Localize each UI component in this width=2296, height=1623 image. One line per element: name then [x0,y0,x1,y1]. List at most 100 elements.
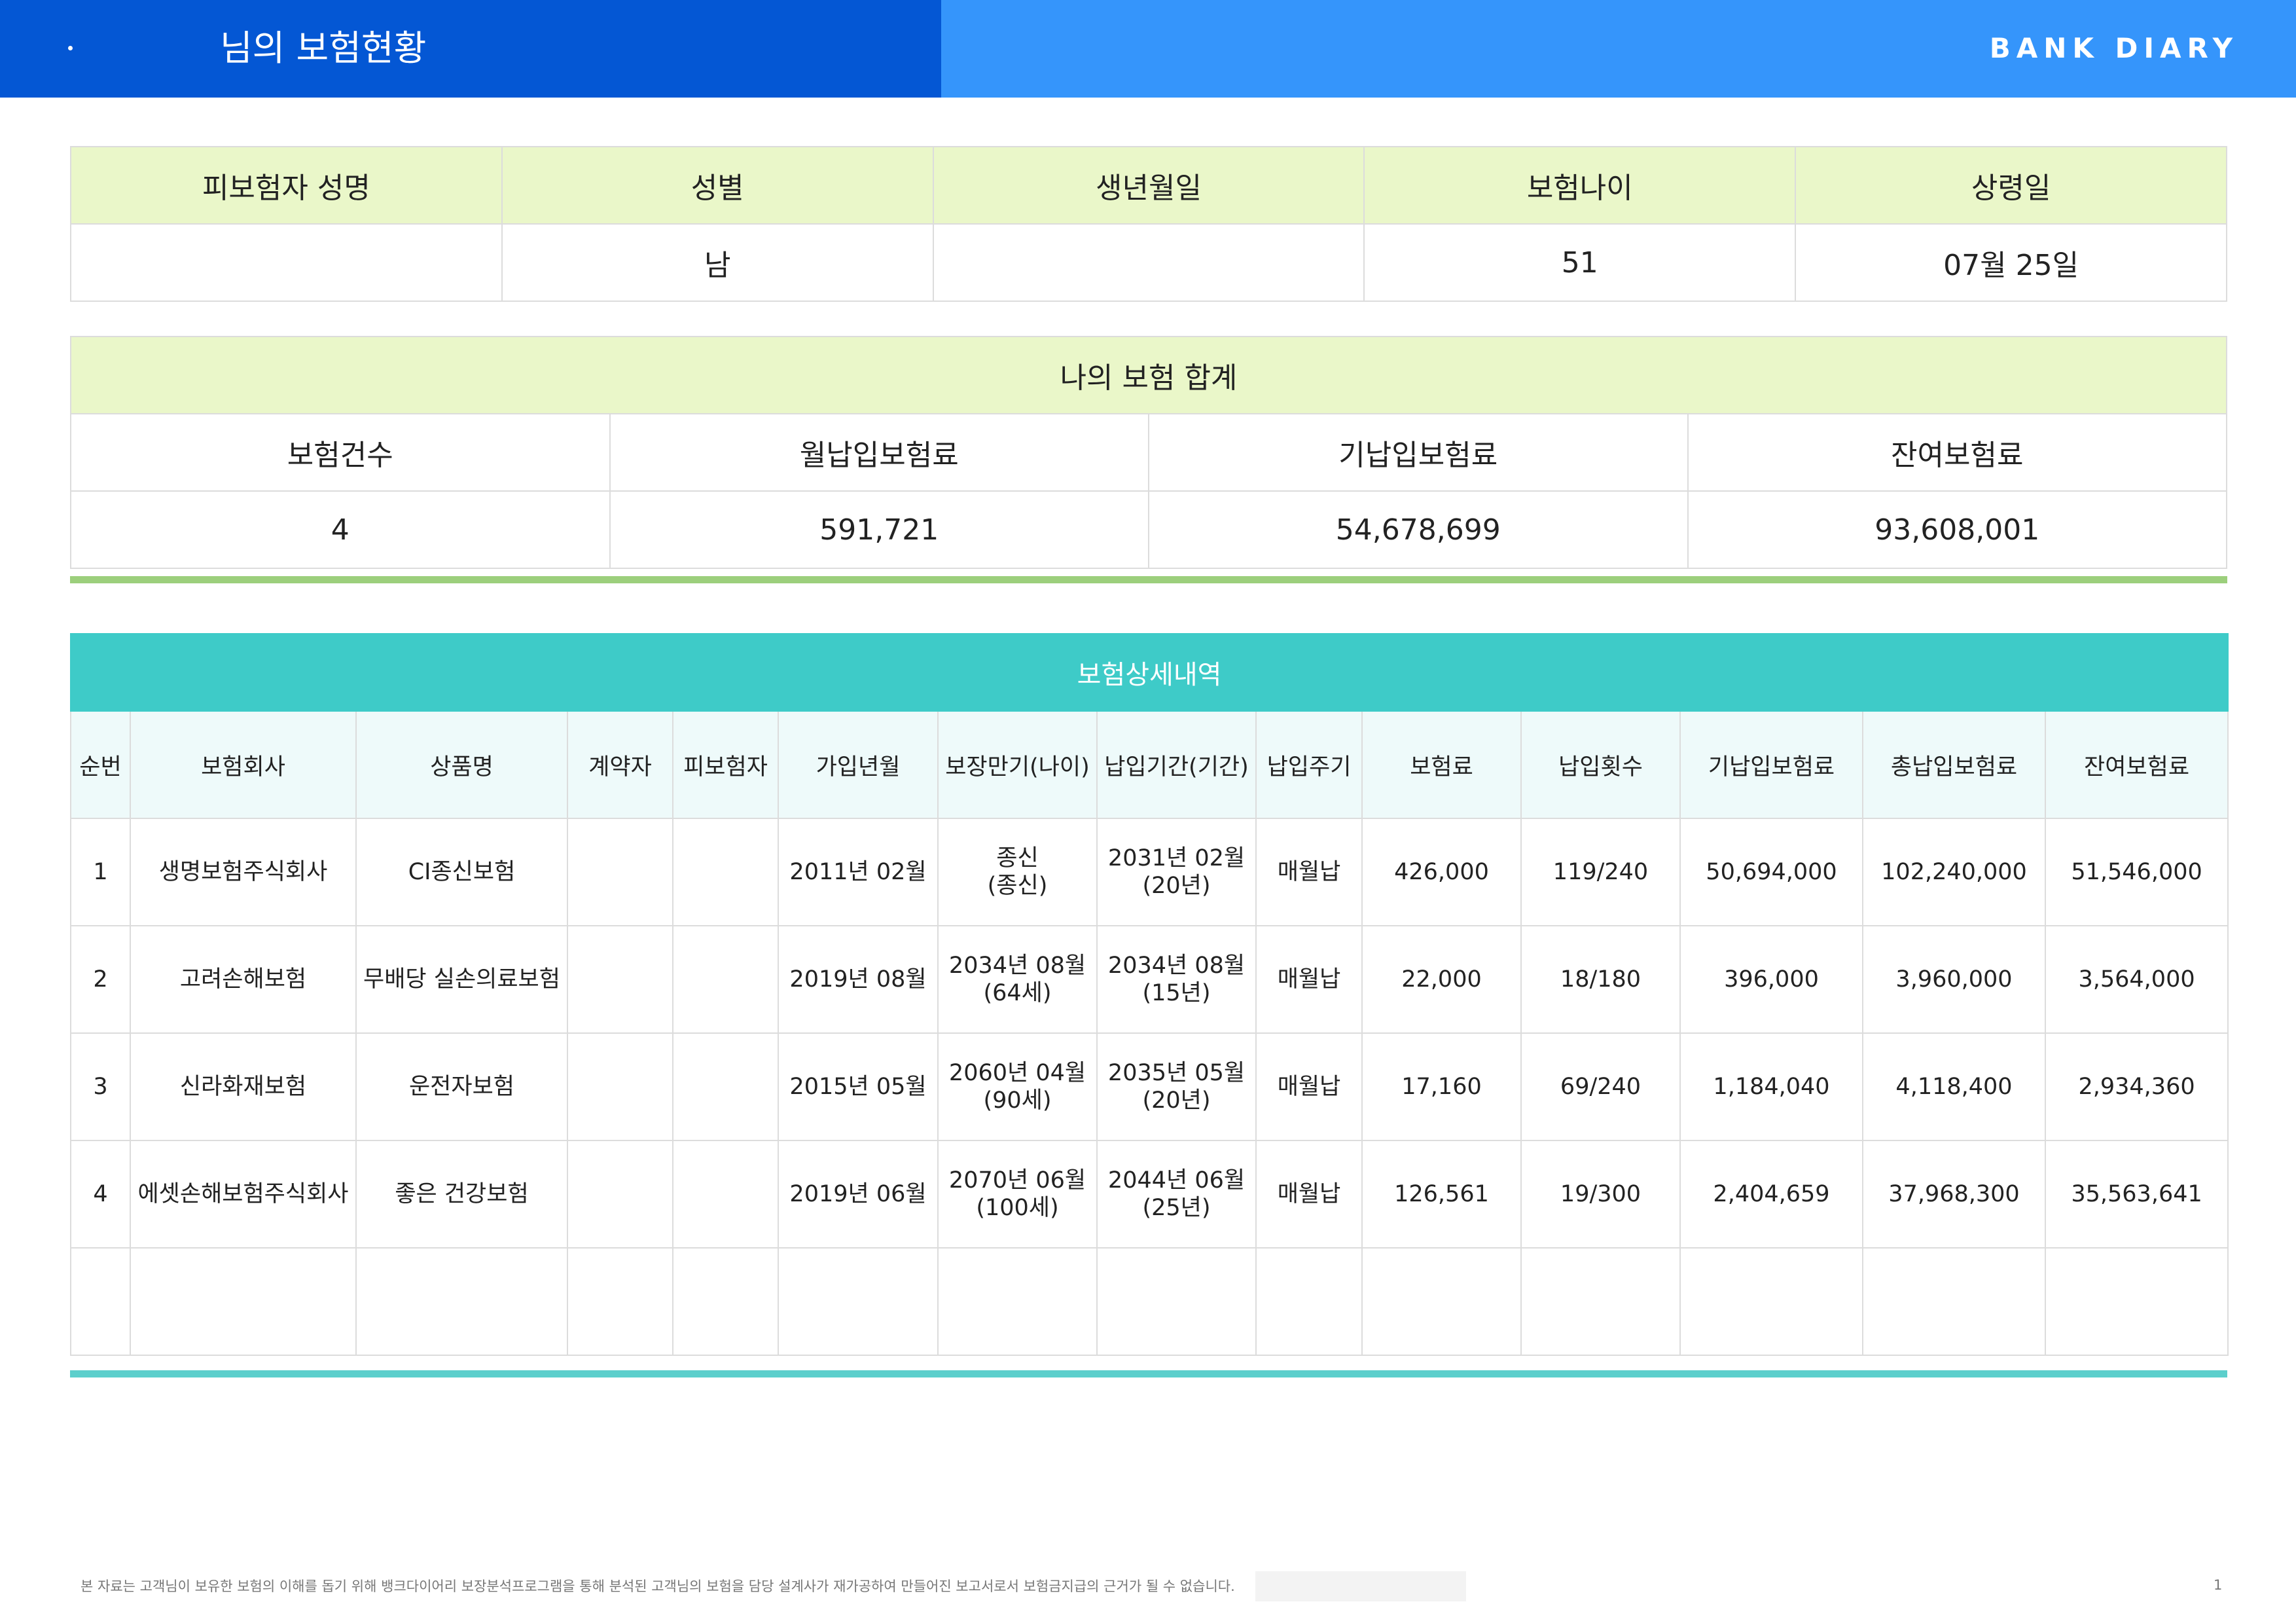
row-no: 3 [70,1032,131,1141]
col-total-header: 총납입보험료 [1862,710,2046,819]
row-contractor [567,925,673,1034]
row-contractor [567,818,673,926]
row-remaining: 51,546,000 [2044,818,2229,926]
birthdate-value [932,223,1365,302]
insured-info-value-row: 남 51 07월 25일 [70,223,2227,302]
row-count: 119/240 [1520,818,1681,926]
row-paid: 1,184,040 [1679,1032,1863,1141]
empty-cell [2044,1247,2229,1356]
gender-header: 성별 [501,146,934,225]
col-join-date-header: 가입년월 [778,710,939,819]
row-no: 1 [70,818,131,926]
summary-value-row: 4 591,721 54,678,699 93,608,001 [70,490,2227,569]
monthly-premium-header: 월납입보험료 [609,413,1149,492]
row-maturity: 2070년 06월 (100세) [937,1140,1098,1249]
row-insured [672,1032,779,1141]
disclaimer-note: 본 자료는 고객님이 보유한 보험의 이해를 돕기 위해 뱅크다이어리 보장분석… [81,1578,1235,1594]
col-product-header: 상품명 [355,710,568,819]
col-paid-header: 기납입보험료 [1679,710,1863,819]
detail-title: 보험상세내역 [69,633,2229,712]
empty-cell [70,1247,131,1356]
empty-cell [1862,1247,2046,1356]
insured-name-value [70,223,503,302]
col-insured-header: 피보험자 [672,710,779,819]
birthdate-header: 생년월일 [932,146,1365,225]
row-premium: 22,000 [1361,925,1522,1034]
row-product: 운전자보험 [355,1032,568,1141]
row-join-date: 2015년 05월 [778,1032,939,1141]
monthly-premium-value: 591,721 [609,490,1149,569]
policy-count-header: 보험건수 [70,413,611,492]
col-contractor-header: 계약자 [567,710,673,819]
summary-divider [70,576,2227,583]
col-company-header: 보험회사 [130,710,357,819]
row-contractor [567,1140,673,1249]
header-left-band: 님의 보험현황 [0,0,941,98]
insurance-age-value: 51 [1363,223,1797,302]
row-cycle: 매월납 [1255,925,1363,1034]
row-total: 102,240,000 [1862,818,2046,926]
col-remaining-header: 잔여보험료 [2044,710,2229,819]
summary-title-row: 나의 보험 합계 [70,336,2227,414]
paid-premium-value: 54,678,699 [1148,490,1689,569]
insurance-detail-table: 보험상세내역 순번 보험회사 상품명 계약자 피보험자 가입년월 보장만기(나이… [69,633,2229,1356]
table-row: 3 신라화재보험 운전자보험 2015년 05월 2060년 04월 (90세) … [70,1032,2229,1141]
empty-table-row [70,1247,2229,1356]
row-company: 에셋손해보험주식회사 [130,1140,357,1249]
row-premium: 426,000 [1361,818,1522,926]
age-change-date-header: 상령일 [1795,146,2227,225]
row-insured [672,1140,779,1249]
row-pay-period-end: 2044년 06월 [1107,1167,1246,1194]
table-row: 1 생명보험주식회사 CI종신보험 2011년 02월 종신 (종신) 2031년… [70,818,2229,926]
row-pay-period-end: 2035년 05월 [1107,1060,1246,1086]
row-maturity-date: 종신 [996,845,1039,871]
col-count-header: 납입횟수 [1520,710,1681,819]
row-pay-period-end: 2034년 08월 [1107,953,1246,979]
row-cycle: 매월납 [1255,1032,1363,1141]
page-number: 1 [2214,1577,2223,1593]
summary-header-row: 보험건수 월납입보험료 기납입보험료 잔여보험료 [70,413,2227,492]
row-paid: 396,000 [1679,925,1863,1034]
page-title: 님의 보험현황 [220,27,427,69]
row-pay-period: 2034년 08월 (15년) [1096,925,1257,1034]
insured-name-header: 피보험자 성명 [70,146,503,225]
row-maturity-date: 2060년 04월 [948,1060,1086,1086]
row-join-date: 2019년 08월 [778,925,939,1034]
policy-count-value: 4 [70,490,611,569]
col-maturity-header: 보장만기(나이) [937,710,1098,819]
col-pay-period-header: 납입기간(기간) [1096,710,1257,819]
row-pay-years: (20년) [1142,1087,1211,1114]
row-total: 37,968,300 [1862,1140,2046,1249]
table-row: 4 에셋손해보험주식회사 좋은 건강보험 2019년 06월 2070년 06월… [70,1140,2229,1249]
row-pay-period: 2035년 05월 (20년) [1096,1032,1257,1141]
empty-cell [1361,1247,1522,1356]
age-change-date-value: 07월 25일 [1795,223,2227,302]
bank-diary-logo: BANK DIARY [1989,32,2238,64]
row-cycle: 매월납 [1255,818,1363,926]
row-pay-period-end: 2031년 02월 [1107,845,1246,871]
detail-divider [70,1370,2227,1377]
empty-cell [778,1247,939,1356]
gender-value: 남 [501,223,934,302]
insured-info-header-row: 피보험자 성명 성별 생년월일 보험나이 상령일 [70,146,2227,225]
row-maturity-age: (64세) [983,980,1052,1006]
row-join-date: 2011년 02월 [778,818,939,926]
insurance-summary-table: 나의 보험 합계 보험건수 월납입보험료 기납입보험료 잔여보험료 4 591,… [70,336,2227,569]
row-company: 고려손해보험 [130,925,357,1034]
row-paid: 50,694,000 [1679,818,1863,926]
col-premium-header: 보험료 [1361,710,1522,819]
page-header: 님의 보험현황 BANK DIARY [0,0,2296,98]
insurance-age-header: 보험나이 [1363,146,1797,225]
empty-cell [937,1247,1098,1356]
row-cycle: 매월납 [1255,1140,1363,1249]
row-company: 신라화재보험 [130,1032,357,1141]
header-right-band: BANK DIARY [941,0,2296,98]
empty-cell [130,1247,357,1356]
bullet-dot-icon [68,46,73,50]
row-total: 4,118,400 [1862,1032,2046,1141]
summary-title: 나의 보험 합계 [70,336,2227,414]
detail-header-row: 순번 보험회사 상품명 계약자 피보험자 가입년월 보장만기(나이) 납입기간(… [70,710,2229,819]
col-no-header: 순번 [70,710,131,819]
row-insured [672,925,779,1034]
row-remaining: 3,564,000 [2044,925,2229,1034]
